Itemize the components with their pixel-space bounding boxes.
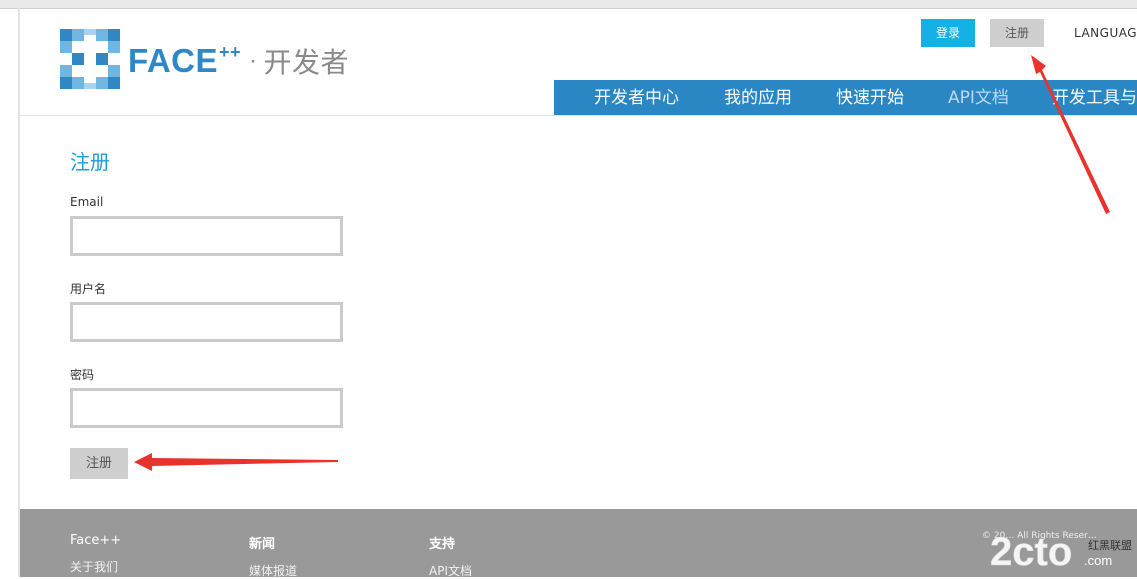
logo-separator: · bbox=[249, 47, 258, 74]
watermark-text: 2cto bbox=[990, 530, 1072, 574]
watermark-logo: 2cto .com 红黑联盟 bbox=[990, 530, 1132, 575]
nav-item-quick-start[interactable]: 快速开始 bbox=[836, 80, 904, 115]
username-field-wrapper bbox=[70, 302, 343, 342]
footer-link-about[interactable]: 关于我们 bbox=[70, 558, 121, 575]
password-field[interactable] bbox=[73, 391, 340, 425]
login-button[interactable]: 登录 bbox=[921, 19, 975, 47]
footer-heading: Face++ bbox=[70, 533, 122, 548]
register-submit-button[interactable]: 注册 bbox=[70, 448, 128, 479]
logo-brand: FACE bbox=[128, 42, 219, 79]
logo-suffix: 开发者 bbox=[263, 47, 350, 78]
face-plus-plus-logo-icon bbox=[60, 29, 120, 89]
watermark-suffix: .com bbox=[1084, 553, 1112, 568]
footer-col-faceplusplus: Face++ 关于我们 bbox=[70, 533, 121, 575]
watermark-badge: 红黑联盟 bbox=[1088, 539, 1132, 552]
password-label: 密码 bbox=[70, 368, 95, 382]
logo-plus: ++ bbox=[219, 42, 242, 62]
main-nav: 开发者中心 我的应用 快速开始 API文档 开发工具与 bbox=[554, 80, 1137, 115]
email-label: Email bbox=[70, 195, 104, 209]
footer-heading: 支持 bbox=[429, 537, 456, 552]
email-field[interactable] bbox=[73, 219, 340, 253]
register-button-top[interactable]: 注册 bbox=[990, 19, 1044, 47]
site-footer: Face++ 关于我们 新闻 媒体报道 支持 API文档 © 20… All R… bbox=[20, 509, 1137, 577]
email-field-wrapper bbox=[70, 216, 343, 256]
nav-item-dev-tools[interactable]: 开发工具与 bbox=[1052, 80, 1137, 115]
page-title: 注册 bbox=[70, 150, 110, 174]
browser-chrome-strip bbox=[0, 0, 1137, 9]
nav-item-my-apps[interactable]: 我的应用 bbox=[724, 80, 792, 115]
footer-col-support: 支持 API文档 bbox=[429, 533, 472, 577]
footer-link-api-docs[interactable]: API文档 bbox=[429, 562, 472, 577]
footer-link-media[interactable]: 媒体报道 bbox=[249, 562, 297, 577]
footer-heading: 新闻 bbox=[249, 537, 276, 552]
site-watermark: 2cto .com 红黑联盟 bbox=[984, 525, 1134, 575]
language-selector[interactable]: LANGUAGE bbox=[1074, 26, 1137, 40]
username-label: 用户名 bbox=[70, 282, 107, 296]
username-field[interactable] bbox=[73, 305, 340, 339]
nav-item-api-docs[interactable]: API文档 bbox=[948, 80, 1009, 115]
site-header: FACE++ ·开发者 登录 注册 LANGUAGE 开发者中心 我的应用 快速开… bbox=[20, 9, 1137, 116]
logo-text: FACE++ · 开发者 bbox=[128, 41, 349, 81]
nav-item-developer-center[interactable]: 开发者中心 bbox=[594, 80, 679, 115]
site-logo[interactable]: FACE++ · 开发者 bbox=[60, 29, 380, 93]
password-field-wrapper bbox=[70, 388, 343, 428]
footer-col-news: 新闻 媒体报道 bbox=[249, 533, 297, 577]
